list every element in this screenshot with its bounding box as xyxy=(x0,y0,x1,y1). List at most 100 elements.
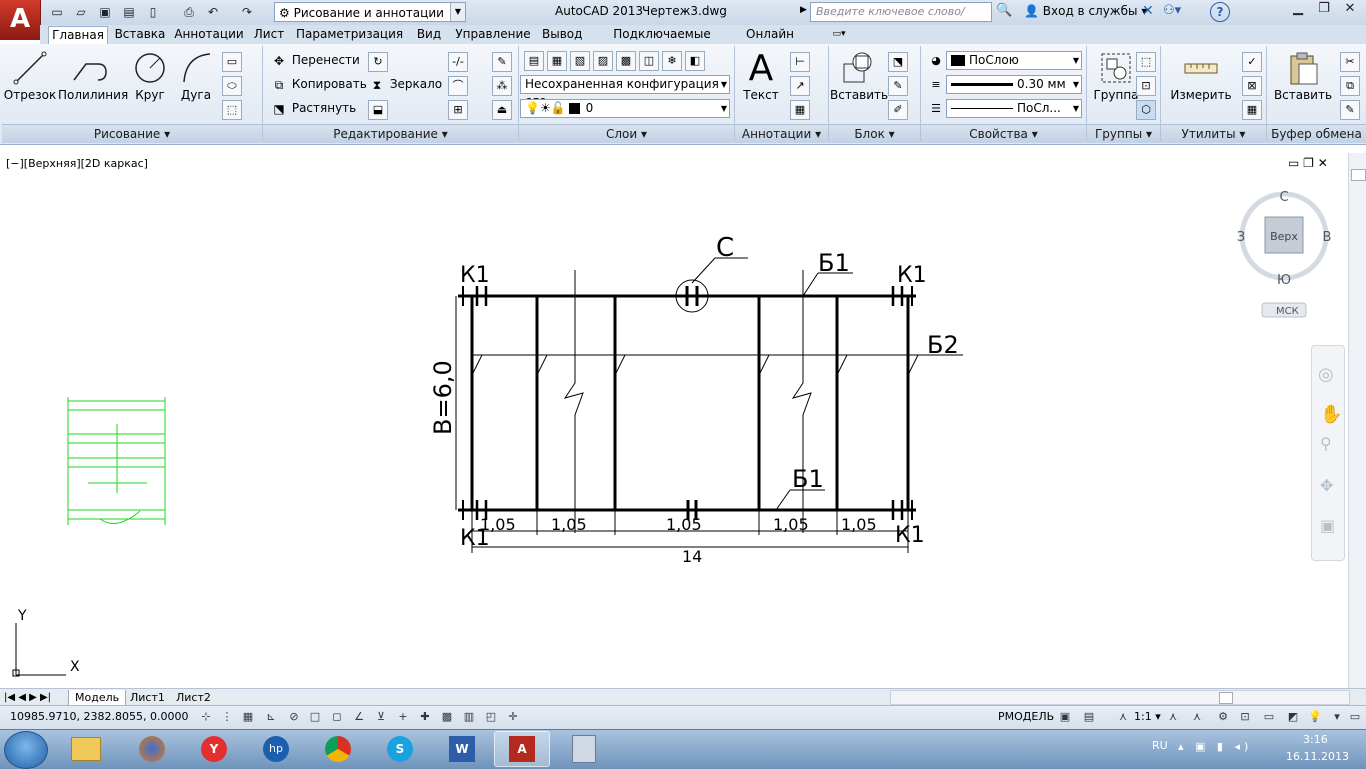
search-icon[interactable]: 🔍 xyxy=(996,3,1012,18)
measure-button[interactable]: Измерить xyxy=(1170,48,1232,102)
save-as-icon[interactable]: ▤ xyxy=(120,3,138,21)
skype-taskbar-icon[interactable]: S xyxy=(372,731,428,767)
scroll-thumb[interactable] xyxy=(1351,169,1366,181)
erase-icon[interactable]: ✎ xyxy=(492,52,512,72)
scale-icon[interactable]: ⬓ xyxy=(368,100,388,120)
array-icon[interactable]: ⊞ xyxy=(448,100,468,120)
layer-state-combo[interactable]: Несохраненная конфигурация сло▼ xyxy=(520,75,730,108)
lineweight-icon[interactable]: ≡ xyxy=(926,76,946,96)
qp-icon[interactable]: ▥ xyxy=(460,708,478,726)
steering-wheel-icon[interactable]: ◎ xyxy=(1318,364,1334,385)
network-icon[interactable]: ⚇▾ xyxy=(1163,3,1181,18)
application-menu-button[interactable]: A xyxy=(0,0,41,40)
layer-combo[interactable]: 💡☀🔓 0 ▼ xyxy=(520,99,730,118)
start-button[interactable] xyxy=(4,731,48,769)
showmotion-icon[interactable]: ▣ xyxy=(1320,516,1335,535)
annotation-scale[interactable]: 1:1 ▾ xyxy=(1134,710,1161,723)
paste-button[interactable]: Вставить xyxy=(1272,48,1334,102)
otrack-icon[interactable]: ∠ xyxy=(350,708,368,726)
exchange-icon[interactable]: ✕ xyxy=(1142,3,1154,19)
tab-insert[interactable]: Вставка xyxy=(112,26,168,43)
model-space-toggle[interactable]: РМОДЕЛЬ xyxy=(998,710,1054,723)
ribbon-options-icon[interactable]: ▭▾ xyxy=(828,26,850,43)
rectangle-icon[interactable]: ▭ xyxy=(222,52,242,72)
transparency-icon[interactable]: ▩ xyxy=(438,708,456,726)
isolate-objects-icon[interactable]: ◩ xyxy=(1284,708,1302,726)
scroll-thumb[interactable] xyxy=(1219,692,1233,704)
panel-draw-title[interactable]: Рисование ▾ xyxy=(2,124,262,143)
tab-home[interactable]: Главная xyxy=(48,26,108,44)
tab-nav-arrows[interactable]: |◀ ◀ ▶ ▶| xyxy=(4,690,51,705)
workspace-switch-icon[interactable]: ⚙ xyxy=(1214,708,1232,726)
edit-block-icon[interactable]: ✎ xyxy=(888,76,908,96)
group-select-icon[interactable]: ⬡ xyxy=(1136,100,1156,120)
ducs-icon[interactable]: ⊻ xyxy=(372,708,390,726)
pan-icon[interactable]: ✋ xyxy=(1320,404,1342,425)
close-button[interactable]: ✕ xyxy=(1336,0,1364,20)
sc-icon[interactable]: ◰ xyxy=(482,708,500,726)
group-edit-icon[interactable]: ⊡ xyxy=(1136,76,1156,96)
polyline-button[interactable]: Полилиния xyxy=(58,48,128,102)
osnap-icon[interactable]: □ xyxy=(306,708,324,726)
3dosnap-icon[interactable]: ◻ xyxy=(328,708,346,726)
move-button[interactable]: ✥ Перенести xyxy=(270,50,360,70)
calculator-icon[interactable]: ▦ xyxy=(1242,100,1262,120)
explode-icon[interactable]: ⁂ xyxy=(492,76,512,96)
polar-icon[interactable]: ⊘ xyxy=(285,708,303,726)
hardware-accel-icon[interactable]: ▭ xyxy=(1260,708,1278,726)
dyn-icon[interactable]: + xyxy=(394,708,412,726)
trim-icon[interactable]: -/- xyxy=(448,52,468,72)
explorer-taskbar-icon[interactable] xyxy=(58,731,114,767)
leader-icon[interactable]: ↗ xyxy=(790,76,810,96)
vertical-scrollbar[interactable] xyxy=(1348,153,1366,688)
quick-view-layouts-icon[interactable]: ▣ xyxy=(1056,708,1074,726)
infer-constraints-icon[interactable]: ⊹ xyxy=(197,708,215,726)
layer-match-icon[interactable]: ▧ xyxy=(570,51,590,71)
tray-icons[interactable]: ▴ ▣ ▮ ◂) xyxy=(1178,740,1252,753)
word-taskbar-icon[interactable]: W xyxy=(434,731,490,767)
open-icon[interactable]: ▱ xyxy=(72,3,90,21)
orbit-icon[interactable]: ✥ xyxy=(1320,476,1333,495)
lineweight-combo[interactable]: 0.30 мм ▼ xyxy=(946,75,1082,94)
chevron-right-icon[interactable]: ▶ xyxy=(800,5,807,15)
panel-modify-title[interactable]: Редактирование ▾ xyxy=(263,124,518,143)
chrome-taskbar-icon[interactable] xyxy=(310,731,366,767)
color-wheel-icon[interactable]: ◕ xyxy=(926,52,946,72)
panel-utilities-title[interactable]: Утилиты ▾ xyxy=(1161,124,1266,143)
quick-select-icon[interactable]: ✓ xyxy=(1242,52,1262,72)
workspace-selector[interactable]: ⚙ Рисование и аннотации ▼ xyxy=(274,2,466,22)
new-icon[interactable]: ▭ xyxy=(48,3,66,21)
panel-clipboard-title[interactable]: Буфер обмена xyxy=(1267,124,1366,143)
snap-icon[interactable]: ⋮ xyxy=(218,708,236,726)
tab-manage[interactable]: Управление xyxy=(454,26,532,43)
rotate-icon[interactable]: ↻ xyxy=(368,52,388,72)
panel-groups-title[interactable]: Группы ▾ xyxy=(1087,124,1160,143)
lwt-icon[interactable]: ✚ xyxy=(416,708,434,726)
tab-plugins[interactable]: Подключаемые модули xyxy=(592,26,732,58)
coordinates-readout[interactable]: 10985.9710, 2382.8055, 0.0000 xyxy=(10,710,188,723)
publish-icon[interactable]: ▯ xyxy=(144,3,162,21)
tab-layout2[interactable]: Лист2 xyxy=(172,690,215,705)
layer-freeze-icon[interactable]: ❄ xyxy=(662,51,682,71)
layer-previous-icon[interactable]: ▨ xyxy=(593,51,613,71)
firefox-taskbar-icon[interactable] xyxy=(124,731,180,767)
linetype-icon[interactable]: ☰ xyxy=(926,100,946,120)
panel-properties-title[interactable]: Свойства ▾ xyxy=(921,124,1086,143)
redo-icon[interactable]: ↷ xyxy=(238,3,256,21)
tab-model[interactable]: Модель xyxy=(68,690,127,706)
quick-view-drawings-icon[interactable]: ▤ xyxy=(1080,708,1098,726)
offset-icon[interactable]: ⏏ xyxy=(492,100,512,120)
tab-online[interactable]: Онлайн xyxy=(744,26,796,43)
copy-clip-icon[interactable]: ⧉ xyxy=(1340,76,1360,96)
layer-state-icon[interactable]: ▦ xyxy=(547,51,567,71)
stretch-button[interactable]: ⬔ Растянуть xyxy=(270,98,356,118)
attribute-icon[interactable]: ✐ xyxy=(888,100,908,120)
lock-ui-icon[interactable]: ⊡ xyxy=(1236,708,1254,726)
zoom-icon[interactable]: ⚲ xyxy=(1320,434,1332,453)
grid-icon[interactable]: ▦ xyxy=(239,708,257,726)
mirror-button[interactable]: ⧗ Зеркало xyxy=(368,74,442,94)
lightbulb-icon[interactable]: 💡 xyxy=(1306,708,1324,726)
tab-annotate[interactable]: Аннотации xyxy=(174,26,244,43)
panel-block-title[interactable]: Блок ▾ xyxy=(829,124,920,143)
clean-screen-icon[interactable]: ▭ xyxy=(1346,708,1364,726)
